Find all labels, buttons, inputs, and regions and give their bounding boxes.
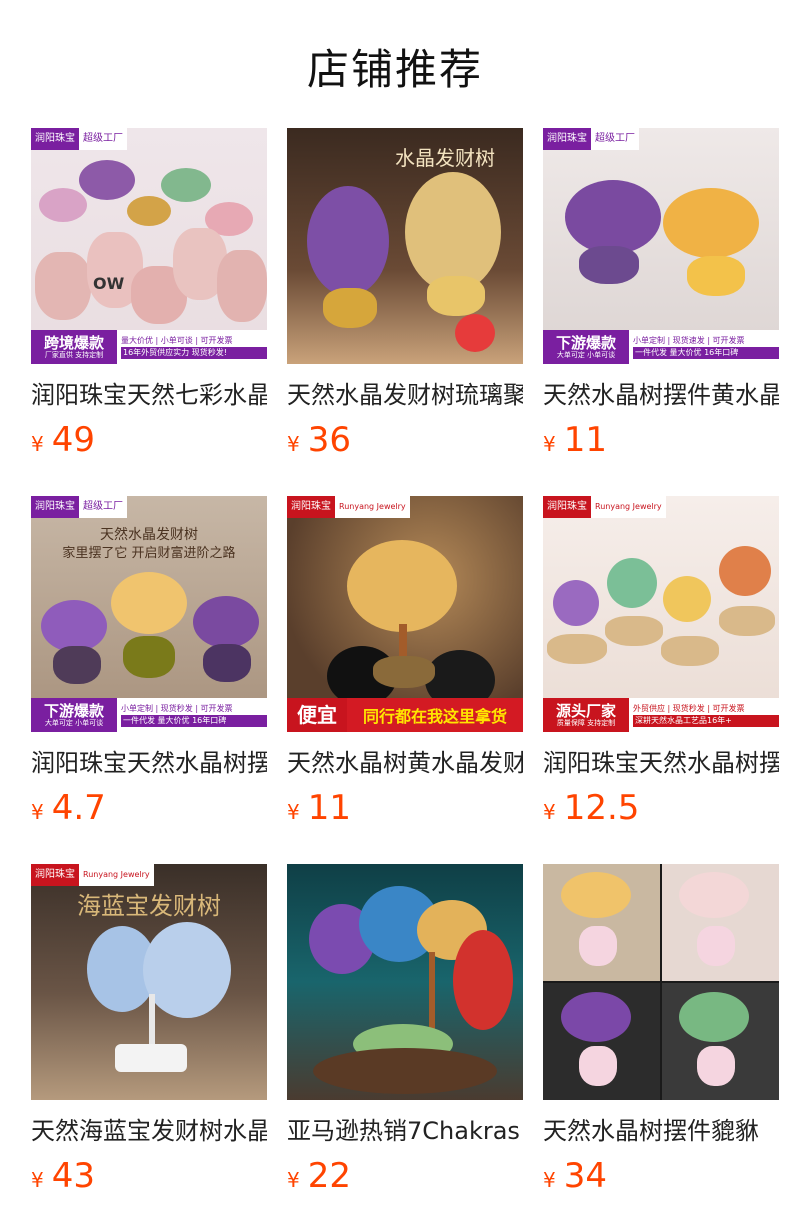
product-name[interactable]: 天然水晶发财树琉璃聚宝盆 [287, 378, 523, 412]
banner-desc: 小单定制 | 现货速发 | 可开发票 一件代发 量大价优 16年口碑 [629, 330, 779, 364]
currency-symbol: ¥ [31, 432, 44, 456]
currency-symbol: ¥ [543, 800, 556, 824]
banner-tag: 跨境爆款 厂家直供 支持定制 [31, 330, 117, 364]
price-value: 12.5 [563, 788, 640, 828]
brand-badge: 润阳珠宝 超级工厂 [31, 496, 127, 518]
brand-name: 润阳珠宝 [543, 128, 591, 150]
brand-sub: 超级工厂 [79, 496, 127, 518]
price-value: 36 [307, 420, 351, 460]
product-name[interactable]: 天然水晶树黄水晶发财树 [287, 746, 523, 780]
product-image[interactable]: 润阳珠宝 Runyang Jewelry 便宜 同行都在我这里拿货 [287, 496, 523, 732]
brand-name: 润阳珠宝 [543, 496, 591, 518]
product-image[interactable] [543, 864, 779, 1100]
product-price: ¥43 [31, 1156, 267, 1196]
product-price: ¥4.7 [31, 788, 267, 828]
currency-symbol: ¥ [543, 432, 556, 456]
brand-badge: 润阳珠宝 超级工厂 [543, 128, 639, 150]
product-card[interactable]: 润阳珠宝 Runyang Jewelry 便宜 同行都在我这里拿货 天然水晶树黄… [287, 496, 523, 828]
banner-tag: 下游爆款 大单可定 小单可谈 [31, 698, 117, 732]
price-value: 22 [307, 1156, 351, 1196]
banner-desc: 小单定制 | 现货秒发 | 可开发票 一件代发 量大价优 16年口碑 [117, 698, 267, 732]
price-value: 11 [307, 788, 351, 828]
banner-tag: 源头厂家 质量保障 支持定制 [543, 698, 629, 732]
brand-badge: 润阳珠宝 Runyang Jewelry [287, 496, 410, 518]
promo-banner: 下游爆款 大单可定 小单可谈 小单定制 | 现货速发 | 可开发票 一件代发 量… [543, 330, 779, 364]
product-price: ¥36 [287, 420, 523, 460]
currency-symbol: ¥ [543, 1168, 556, 1192]
banner-tag: 下游爆款 大单可定 小单可谈 [543, 330, 629, 364]
image-overlay-line1: 天然水晶发财树 [100, 527, 198, 543]
product-card[interactable]: 润阳珠宝 超级工厂 OW 跨境爆款 厂家直供 支持定制 量大价优 | 小单可谈 … [31, 128, 267, 460]
product-card[interactable]: 润阳珠宝 超级工厂 下游爆款 大单可定 小单可谈 小单定制 | 现货速发 | 可… [543, 128, 779, 460]
promo-banner: 源头厂家 质量保障 支持定制 外贸供应 | 现货秒发 | 可开发票 深耕天然水晶… [543, 698, 779, 732]
product-price: ¥12.5 [543, 788, 779, 828]
image-overlay-line2: 家里摆了它 开启财富进阶之路 [62, 546, 236, 561]
brand-name: 润阳珠宝 [31, 864, 79, 886]
product-image[interactable]: 润阳珠宝 Runyang Jewelry 源头厂家 质量保障 支持定制 外贸供应… [543, 496, 779, 732]
product-price: ¥22 [287, 1156, 523, 1196]
product-name[interactable]: 润阳珠宝天然水晶树摆件 [31, 746, 267, 780]
currency-symbol: ¥ [287, 800, 300, 824]
box-text: OW [93, 274, 125, 293]
brand-name: 润阳珠宝 [31, 128, 79, 150]
currency-symbol: ¥ [287, 432, 300, 456]
image-overlay-title: 海蓝宝发财树 [77, 892, 221, 920]
product-price: ¥49 [31, 420, 267, 460]
product-card[interactable]: 水晶发财树 天然水晶发财树琉璃聚宝盆 ¥36 [287, 128, 523, 460]
brand-name: 润阳珠宝 [287, 496, 335, 518]
brand-name: 润阳珠宝 [31, 496, 79, 518]
banner-desc: 外贸供应 | 现货秒发 | 可开发票 深耕天然水晶工艺品16年+ [629, 698, 779, 732]
product-card[interactable]: 润阳珠宝 Runyang Jewelry 海蓝宝发财树 天然海蓝宝发财树水晶 ¥… [31, 864, 267, 1196]
product-card[interactable]: 润阳珠宝 Runyang Jewelry 源头厂家 质量保障 支持定制 外贸供应… [543, 496, 779, 828]
brand-sub: 超级工厂 [79, 128, 127, 150]
product-card[interactable]: 润阳珠宝 超级工厂 天然水晶发财树 家里摆了它 开启财富进阶之路 下游爆款 大单… [31, 496, 267, 828]
brand-badge: 润阳珠宝 Runyang Jewelry [543, 496, 666, 518]
product-name[interactable]: 润阳珠宝天然水晶树摆件 [543, 746, 779, 780]
product-image[interactable]: 水晶发财树 [287, 128, 523, 364]
product-image[interactable]: 润阳珠宝 超级工厂 OW 跨境爆款 厂家直供 支持定制 量大价优 | 小单可谈 … [31, 128, 267, 364]
price-value: 11 [563, 420, 607, 460]
product-name[interactable]: 天然海蓝宝发财树水晶 [31, 1114, 267, 1148]
promo-banner: 跨境爆款 厂家直供 支持定制 量大价优 | 小单可谈 | 可开发票 16年外贸供… [31, 330, 267, 364]
brand-badge: 润阳珠宝 Runyang Jewelry [31, 864, 154, 886]
promo-banner: 便宜 同行都在我这里拿货 [287, 698, 523, 732]
product-price: ¥34 [543, 1156, 779, 1196]
brand-en: Runyang Jewelry [335, 496, 410, 518]
brand-badge: 润阳珠宝 超级工厂 [31, 128, 127, 150]
product-price: ¥11 [543, 420, 779, 460]
product-image[interactable] [287, 864, 523, 1100]
section-title: 店铺推荐 [306, 45, 483, 94]
product-name[interactable]: 天然水晶树摆件貔貅 [543, 1114, 779, 1148]
image-overlay-title: 水晶发财树 [395, 146, 495, 170]
product-card[interactable]: 天然水晶树摆件貔貅 ¥34 [543, 864, 779, 1196]
product-name[interactable]: 天然水晶树摆件黄水晶发财树 [543, 378, 779, 412]
banner-desc: 量大价优 | 小单可谈 | 可开发票 16年外贸供应实力 现货秒发! [117, 330, 267, 364]
product-name[interactable]: 润阳珠宝天然七彩水晶发财树 [31, 378, 267, 412]
currency-symbol: ¥ [287, 1168, 300, 1192]
banner-tag: 便宜 [287, 698, 347, 732]
product-image[interactable]: 润阳珠宝 超级工厂 下游爆款 大单可定 小单可谈 小单定制 | 现货速发 | 可… [543, 128, 779, 364]
price-value: 43 [51, 1156, 95, 1196]
currency-symbol: ¥ [31, 800, 44, 824]
product-card[interactable]: 亚马逊热销7Chakras ¥22 [287, 864, 523, 1196]
product-name[interactable]: 亚马逊热销7Chakras [287, 1114, 523, 1148]
currency-symbol: ¥ [31, 1168, 44, 1192]
price-value: 4.7 [51, 788, 106, 828]
price-value: 34 [563, 1156, 607, 1196]
brand-en: Runyang Jewelry [591, 496, 666, 518]
product-image[interactable]: 润阳珠宝 Runyang Jewelry 海蓝宝发财树 [31, 864, 267, 1100]
product-price: ¥11 [287, 788, 523, 828]
brand-sub: 超级工厂 [591, 128, 639, 150]
price-value: 49 [51, 420, 95, 460]
promo-banner: 下游爆款 大单可定 小单可谈 小单定制 | 现货秒发 | 可开发票 一件代发 量… [31, 698, 267, 732]
product-image[interactable]: 润阳珠宝 超级工厂 天然水晶发财树 家里摆了它 开启财富进阶之路 下游爆款 大单… [31, 496, 267, 732]
banner-slogan: 同行都在我这里拿货 [347, 698, 523, 732]
brand-en: Runyang Jewelry [79, 864, 154, 886]
